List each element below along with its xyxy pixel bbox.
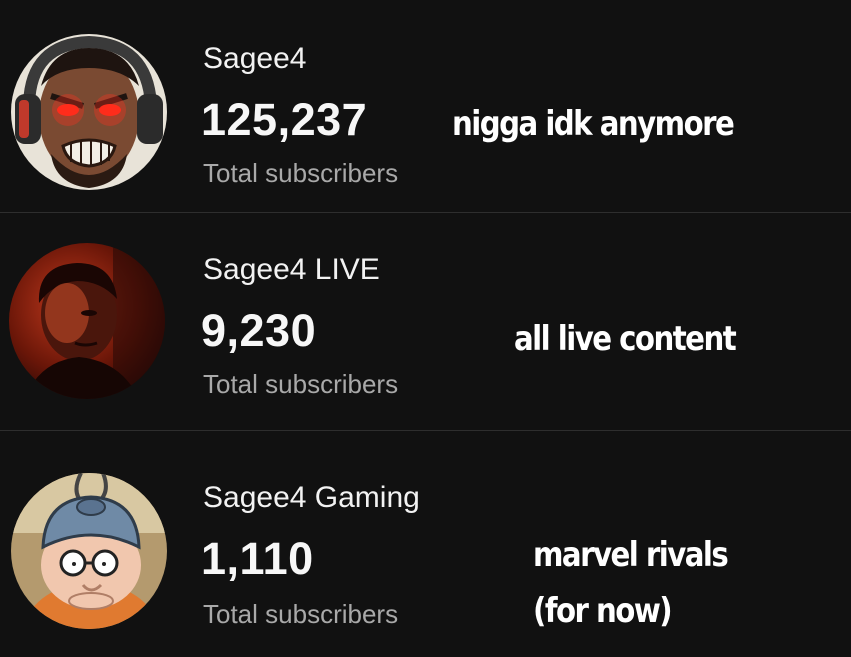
meme-caption-line-2: (for now) [533, 591, 673, 631]
meme-caption-line-1: marvel rivals [533, 535, 729, 575]
subscriber-count: 125,237 [201, 94, 368, 145]
channel-name[interactable]: Sagee4 [203, 42, 306, 76]
channel-avatar[interactable] [11, 34, 167, 190]
channel-row-sagee4-live[interactable]: Sagee4 LIVE 9,230 Total subscribers all … [0, 213, 851, 430]
channel-name[interactable]: Sagee4 Gaming [203, 481, 420, 515]
subscriber-count: 1,110 [201, 533, 314, 584]
channel-row-sagee4-gaming[interactable]: Sagee4 Gaming 1,110 Total subscribers ma… [0, 431, 851, 657]
subscriber-label: Total subscribers [203, 599, 399, 629]
channel-row-sagee4[interactable]: Sagee4 125,237 Total subscribers nigga i… [0, 0, 851, 212]
meme-caption: all live content [514, 319, 737, 359]
subscriber-count: 9,230 [201, 305, 317, 356]
channel-name[interactable]: Sagee4 LIVE [203, 253, 380, 287]
subscriber-label: Total subscribers [203, 158, 399, 188]
subscriber-label: Total subscribers [203, 369, 399, 399]
channel-avatar[interactable] [9, 243, 165, 399]
meme-caption: nigga idk anymore [452, 104, 735, 144]
channel-avatar[interactable] [11, 473, 167, 629]
